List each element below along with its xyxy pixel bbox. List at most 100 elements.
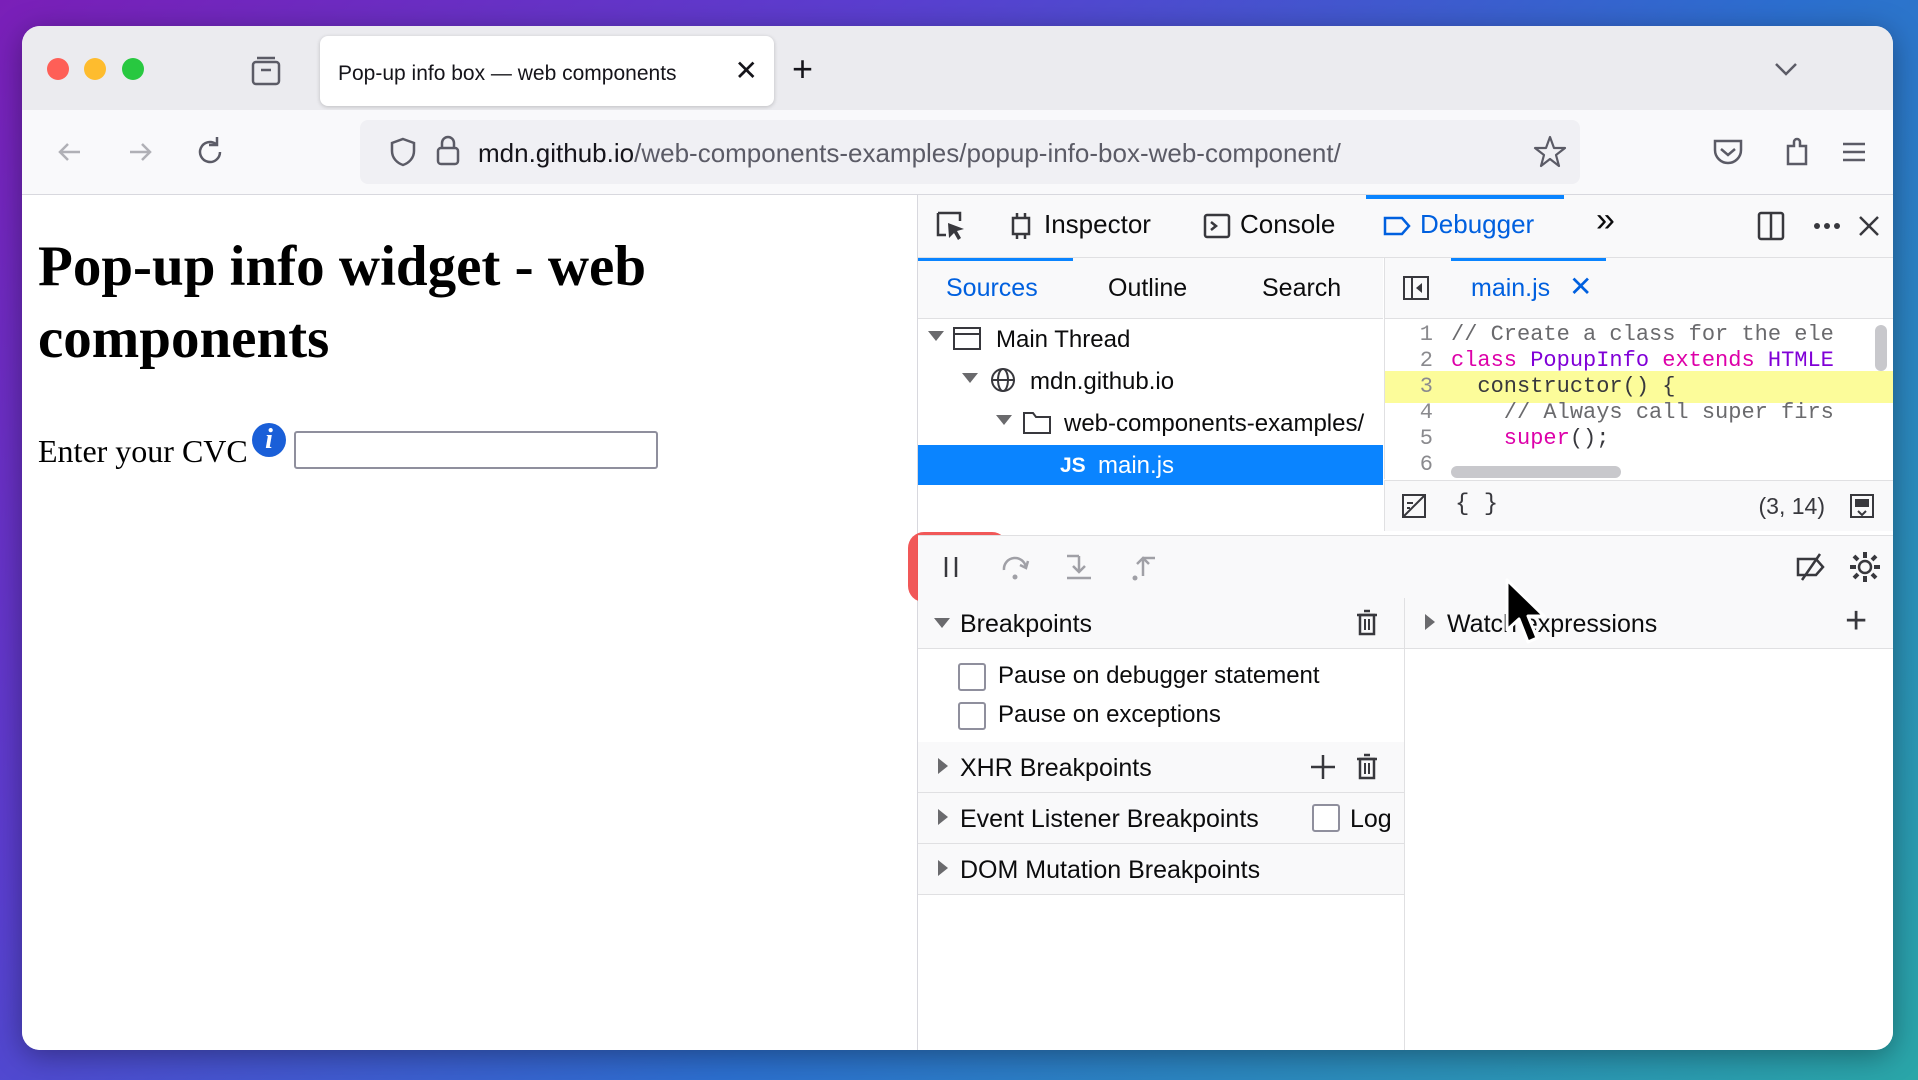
tree-row-main-js[interactable]: JS main.js — [918, 445, 1383, 485]
window-close-button[interactable] — [47, 58, 69, 80]
collapse-arrow-icon[interactable] — [934, 618, 950, 628]
tree-label: main.js — [1098, 452, 1175, 479]
tab-inspector[interactable]: Inspector — [1006, 209, 1151, 245]
step-in-icon[interactable] — [1062, 550, 1096, 584]
line-number[interactable]: 6 — [1385, 452, 1433, 477]
url-text[interactable]: mdn.github.io/web-components-examples/po… — [478, 138, 1341, 169]
xhr-breakpoints-header[interactable]: XHR Breakpoints — [918, 742, 1404, 793]
window-zoom-button[interactable] — [122, 58, 144, 80]
editor-tab-close-icon[interactable]: ✕ — [1569, 270, 1592, 303]
lock-icon[interactable] — [434, 134, 462, 168]
back-arrow-icon[interactable] — [50, 132, 90, 172]
cvc-input[interactable] — [294, 431, 658, 469]
line-number[interactable]: 3 — [1385, 374, 1433, 399]
star-icon[interactable] — [1532, 134, 1568, 170]
debugger-icon — [1383, 216, 1411, 236]
add-watch-expression-button[interactable]: + — [1845, 600, 1867, 643]
blackbox-icon[interactable] — [1399, 491, 1429, 521]
globe-icon — [991, 368, 1015, 392]
log-checkbox[interactable] — [1312, 804, 1340, 832]
event-listener-breakpoints-header[interactable]: Event Listener Breakpoints Log — [918, 793, 1404, 844]
step-over-icon[interactable] — [998, 550, 1032, 584]
tab-outline[interactable]: Outline — [1108, 274, 1187, 303]
expand-arrow-icon[interactable] — [938, 809, 948, 825]
dom-mutation-breakpoints-title: DOM Mutation Breakpoints — [960, 856, 1261, 884]
extensions-icon[interactable] — [1778, 132, 1818, 172]
code-token: (); — [1569, 426, 1610, 451]
shield-icon[interactable] — [388, 136, 418, 168]
chevron-down-icon[interactable] — [1771, 54, 1801, 84]
info-icon[interactable]: i — [252, 423, 286, 457]
navigation-bar: mdn.github.io/web-components-examples/po… — [22, 110, 1893, 195]
tab-close-icon[interactable]: ✕ — [735, 54, 758, 87]
tab-popup-info[interactable]: Pop-up info box — web components ✕ — [320, 36, 774, 106]
code-token: // Always call super firs — [1451, 400, 1834, 425]
toggle-sidebar-icon[interactable] — [1401, 274, 1431, 302]
tree-row-host[interactable]: mdn.github.io — [918, 361, 1383, 401]
expand-arrow-icon[interactable] — [938, 860, 948, 876]
watch-pane: Watch expressions + — [1405, 598, 1893, 1050]
sources-selected-indicator — [918, 258, 1073, 261]
code-editor[interactable]: 1 // Create a class for the ele 2 class Pop… — [1384, 319, 1893, 479]
code-text: // Create a class for the ele — [1451, 322, 1834, 347]
editor-tab-main-js[interactable]: main.js ✕ — [1451, 258, 1606, 318]
line-number[interactable]: 1 — [1385, 322, 1433, 347]
code-token: () { — [1622, 374, 1676, 399]
watch-expressions-header[interactable]: Watch expressions + — [1405, 598, 1893, 649]
tab-list-icon[interactable] — [248, 54, 284, 88]
tab-debugger[interactable]: Debugger — [1382, 209, 1534, 245]
element-picker-icon[interactable] — [934, 209, 968, 243]
hamburger-menu-icon[interactable] — [1834, 132, 1874, 172]
watch-expressions-title: Watch expressions — [1447, 610, 1658, 638]
expand-arrow-icon[interactable] — [962, 373, 978, 383]
line-number[interactable]: 5 — [1385, 426, 1433, 451]
trash-icon[interactable] — [1352, 752, 1382, 782]
reload-icon[interactable] — [190, 132, 230, 172]
window-minimize-button[interactable] — [84, 58, 106, 80]
tree-row-folder[interactable]: web-components-examples/ — [918, 403, 1383, 443]
url-bar[interactable]: mdn.github.io/web-components-examples/po… — [360, 120, 1580, 184]
selected-tab-indicator — [1366, 195, 1564, 199]
window-icon — [953, 327, 981, 350]
forward-arrow-icon[interactable] — [120, 132, 160, 172]
expand-arrow-icon[interactable] — [938, 758, 948, 774]
line-number[interactable]: 4 — [1385, 400, 1433, 425]
tree-row-main-thread[interactable]: Main Thread — [918, 319, 1383, 359]
pretty-print-button[interactable]: { } — [1455, 491, 1498, 518]
editor-tab-label: main.js — [1471, 274, 1551, 302]
expand-arrow-icon[interactable] — [928, 331, 944, 341]
step-out-icon[interactable] — [1126, 550, 1160, 584]
tab-console[interactable]: Console — [1202, 209, 1335, 245]
close-devtools-icon[interactable] — [1852, 209, 1886, 243]
code-token: PopupInfo — [1530, 348, 1663, 373]
pause-icon[interactable] — [934, 550, 968, 584]
expand-arrow-icon[interactable] — [996, 415, 1012, 425]
pause-on-exceptions-checkbox[interactable] — [958, 702, 986, 730]
tab-sources[interactable]: Sources — [946, 274, 1038, 303]
new-tab-button[interactable]: + — [792, 48, 813, 90]
dom-mutation-breakpoints-header[interactable]: DOM Mutation Breakpoints — [918, 844, 1404, 895]
expand-arrow-icon[interactable] — [1425, 614, 1435, 630]
breakpoints-pane: Breakpoints Pause on debugger statement … — [918, 598, 1405, 1050]
pocket-icon[interactable] — [1708, 132, 1748, 172]
line-number[interactable]: 2 — [1385, 348, 1433, 373]
code-token: HTMLE — [1767, 348, 1834, 373]
code-text: class PopupInfo extends HTMLE — [1451, 348, 1834, 373]
tree-label: Main Thread — [996, 326, 1131, 353]
toggle-editor-panel-icon[interactable] — [1847, 491, 1877, 521]
trash-icon[interactable] — [1352, 608, 1382, 638]
breakpoints-header[interactable]: Breakpoints — [918, 598, 1404, 649]
settings-gear-icon[interactable] — [1848, 550, 1882, 584]
tab-search[interactable]: Search — [1262, 274, 1341, 303]
pause-on-debugger-checkbox[interactable] — [958, 663, 986, 691]
add-icon[interactable] — [1308, 752, 1338, 782]
code-text: super(); — [1451, 426, 1610, 451]
code-line[interactable]: 6 — [1385, 449, 1893, 479]
tab-debugger-label: Debugger — [1420, 209, 1535, 239]
deactivate-breakpoints-icon[interactable] — [1794, 550, 1828, 584]
dock-side-icon[interactable] — [1754, 209, 1788, 243]
more-options-icon[interactable] — [1810, 209, 1844, 243]
cvc-label: Enter your CVC — [38, 433, 248, 469]
event-listener-breakpoints-title: Event Listener Breakpoints — [960, 805, 1259, 833]
more-tabs-chevron-icon[interactable]: » — [1596, 201, 1615, 239]
